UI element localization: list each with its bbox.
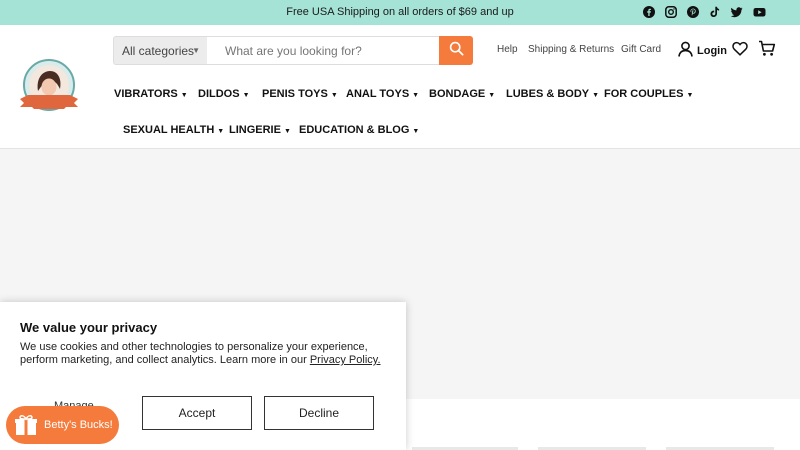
cookie-banner-text: We use cookies and other technologies to… (20, 341, 390, 367)
nav-item-anal-toys[interactable]: ANAL TOYS ▼ (346, 88, 419, 100)
cart-icon[interactable] (758, 40, 776, 62)
nav-item-label: ANAL TOYS (346, 88, 410, 100)
chevron-down-icon: ▼ (330, 92, 338, 99)
announcement-bar: Free USA Shipping on all orders of $69 a… (0, 0, 800, 25)
wishlist-heart-icon[interactable] (732, 41, 748, 61)
chevron-down-icon: ▼ (283, 128, 291, 135)
nav-item-bondage[interactable]: BONDAGE ▼ (429, 88, 495, 100)
accept-cookies-button[interactable]: Accept (142, 396, 252, 430)
nav-item-label: BONDAGE (429, 88, 486, 100)
nav-item-label: PENIS TOYS (262, 88, 328, 100)
decline-cookies-button[interactable]: Decline (264, 396, 374, 430)
site-logo[interactable] (18, 57, 80, 119)
privacy-policy-link[interactable]: Privacy Policy. (310, 354, 381, 366)
nav-item-label: LINGERIE (229, 124, 281, 136)
cookie-banner-title: We value your privacy (20, 320, 158, 335)
nav-item-dildos[interactable]: DILDOS ▼ (198, 88, 250, 100)
nav-item-lingerie[interactable]: LINGERIE ▼ (229, 124, 291, 136)
nav-item-label: EDUCATION & BLOG (299, 124, 410, 136)
category-select-value: All categories (122, 44, 195, 58)
nav-item-vibrators[interactable]: VIBRATORS ▼ (114, 88, 188, 100)
chevron-down-icon: ▼ (488, 92, 496, 99)
chevron-down-icon: ▼ (686, 92, 694, 99)
gift-card-link[interactable]: Gift Card (621, 44, 661, 55)
instagram-icon[interactable] (664, 5, 678, 19)
chevron-down-icon: ▼ (412, 128, 420, 135)
chevron-down-icon: ▼ (217, 128, 225, 135)
nav-item-label: FOR COUPLES (604, 88, 684, 100)
chevron-down-icon: ▼ (412, 92, 420, 99)
nav-item-lubes-body[interactable]: LUBES & BODY ▼ (506, 88, 599, 100)
user-icon (678, 41, 693, 60)
nav-item-label: VIBRATORS (114, 88, 178, 100)
category-select[interactable]: All categories ▼ (113, 36, 208, 65)
search-icon (449, 41, 464, 61)
login-label: Login (697, 44, 727, 57)
gift-icon (14, 413, 38, 437)
rewards-launcher-button[interactable]: Betty's Bucks! (6, 406, 119, 444)
chevron-down-icon: ▼ (242, 92, 250, 99)
nav-item-education-blog[interactable]: EDUCATION & BLOG ▼ (299, 124, 419, 136)
tiktok-icon[interactable] (708, 5, 722, 19)
site-header: All categories ▼ Help Shipping & Returns… (0, 25, 800, 149)
social-links (642, 5, 766, 19)
search-input[interactable] (207, 36, 440, 65)
nav-item-for-couples[interactable]: FOR COUPLES ▼ (604, 88, 693, 100)
nav-item-penis-toys[interactable]: PENIS TOYS ▼ (262, 88, 338, 100)
nav-item-label: SEXUAL HEALTH (123, 124, 215, 136)
login-link[interactable]: Login (678, 41, 727, 60)
facebook-icon[interactable] (642, 5, 656, 19)
nav-item-label: DILDOS (198, 88, 240, 100)
pinterest-icon[interactable] (686, 5, 700, 19)
twitter-icon[interactable] (730, 5, 744, 19)
rewards-label: Betty's Bucks! (44, 419, 113, 431)
nav-item-label: LUBES & BODY (506, 88, 590, 100)
search-button[interactable] (439, 36, 473, 65)
chevron-down-icon: ▼ (192, 46, 200, 55)
shipping-returns-link[interactable]: Shipping & Returns (528, 44, 614, 55)
chevron-down-icon: ▼ (180, 92, 188, 99)
chevron-down-icon: ▼ (592, 92, 600, 99)
youtube-icon[interactable] (752, 5, 766, 19)
help-link[interactable]: Help (497, 44, 518, 55)
nav-item-sexual-health[interactable]: SEXUAL HEALTH ▼ (123, 124, 224, 136)
